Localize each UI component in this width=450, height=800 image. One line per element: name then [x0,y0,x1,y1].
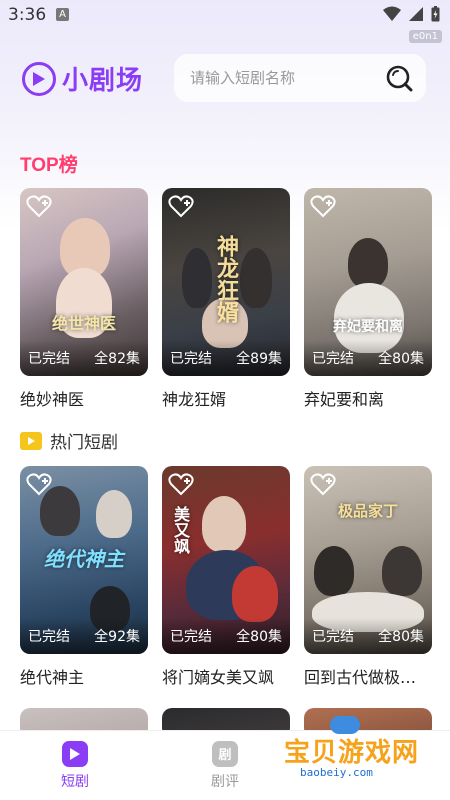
poster-art: 极品家丁 [337,502,398,520]
signal-icon [409,7,423,21]
status-label: 已完结 [312,351,354,367]
drama-poster[interactable]: 弃妃要和离 已完结 全80集 [304,188,432,376]
play-icon [62,740,88,767]
drama-card[interactable]: 绝代神主 已完结 全92集 绝代神主 [20,466,148,688]
drama-poster[interactable]: 神龙狂婿 已完结 全89集 [162,188,290,376]
favorite-icon[interactable] [310,194,336,218]
drama-poster[interactable]: 极品家丁 已完结 全80集 [304,466,432,654]
status-bar: 3:36 A e0n1 [0,0,450,43]
poster-art: 美又飒 [171,506,190,554]
episode-count: 全92集 [94,629,140,645]
drama-title[interactable]: 神龙狂婿 [162,386,290,410]
poster-art: 神龙狂婿 [213,235,239,323]
status-label: 已完结 [312,629,354,645]
notification-icon: A [56,8,69,21]
drama-title[interactable]: 回到古代做极品家丁 [304,664,432,688]
poster-info: 已完结 全82集 [20,340,148,376]
drama-title[interactable]: 绝妙神医 [20,386,148,410]
top-section-title: TOP榜 [20,155,78,176]
favorite-icon[interactable] [310,472,336,496]
favorite-icon[interactable] [26,472,52,496]
review-icon: 剧 [212,740,238,767]
status-icons [383,6,440,22]
poster-info: 已完结 全80集 [304,340,432,376]
drama-card[interactable]: 神龙狂婿 已完结 全89集 神龙狂婿 [162,188,290,410]
episode-count: 全82集 [94,351,140,367]
status-label: 已完结 [170,629,212,645]
watermark-logo: 宝贝游戏网 baobeiy.com [270,716,420,786]
status-time: 3:36 [8,5,47,25]
poster-art: 弃妃要和离 [333,319,403,335]
status-label: 已完结 [28,351,70,367]
search-input[interactable] [190,69,384,87]
favorite-icon[interactable] [168,194,194,218]
nav-label: 短剧 [61,773,89,790]
episode-count: 全80集 [378,351,424,367]
favorite-icon[interactable] [26,194,52,218]
drama-title[interactable]: 将门嫡女美又飒 [162,664,290,688]
drama-poster[interactable]: 绝代神主 已完结 全92集 [20,466,148,654]
hot-list: 绝代神主 已完结 全92集 绝代神主 美又飒 已完结 全80集 将门嫡女美又飒 [20,466,432,688]
header: 小剧场 [20,52,430,106]
poster-info: 已完结 全89集 [162,340,290,376]
poster-art: 绝世神医 [51,314,116,333]
nav-item-short-drama[interactable]: 短剧 [0,731,150,800]
watermark-text: 宝贝游戏网 [284,738,420,768]
hot-section-title: 热门短剧 [20,428,118,453]
episode-count: 全80集 [378,629,424,645]
drama-title[interactable]: 绝代神主 [20,664,148,688]
search-bar[interactable] [174,54,426,102]
nav-label: 剧评 [211,773,239,790]
wifi-icon [383,6,401,21]
episode-count: 全89集 [236,351,282,367]
drama-card[interactable]: 绝世神医 已完结 全82集 绝妙神医 [20,188,148,410]
poster-info: 已完结 全92集 [20,618,148,654]
search-icon[interactable] [384,63,414,93]
poster-info: 已完结 全80集 [162,618,290,654]
drama-poster[interactable]: 绝世神医 已完结 全82集 [20,188,148,376]
status-label: 已完结 [28,629,70,645]
episode-count: 全80集 [236,629,282,645]
drama-poster[interactable]: 美又飒 已完结 全80集 [162,466,290,654]
poster-art: 绝代神主 [44,546,124,571]
status-label: 已完结 [170,351,212,367]
top-list: 绝世神医 已完结 全82集 绝妙神医 神龙狂婿 已完结 全89集 神龙狂婿 弃妃… [20,188,432,410]
drama-card[interactable]: 美又飒 已完结 全80集 将门嫡女美又飒 [162,466,290,688]
app-logo: 小剧场 [22,60,143,97]
poster-info: 已完结 全80集 [304,618,432,654]
logo-play-icon [22,61,56,96]
watermark-url: baobeiy.com [300,766,373,779]
drama-title[interactable]: 弃妃要和离 [304,386,432,410]
favorite-icon[interactable] [168,472,194,496]
clapperboard-icon [20,431,42,450]
hot-section-label: 热门短剧 [50,433,118,453]
status-tag: e0n1 [408,30,442,43]
drama-card[interactable]: 极品家丁 已完结 全80集 回到古代做极品家丁 [304,466,432,688]
app-name: 小剧场 [62,66,144,96]
drama-card[interactable]: 弃妃要和离 已完结 全80集 弃妃要和离 [304,188,432,410]
battery-icon [431,6,440,22]
